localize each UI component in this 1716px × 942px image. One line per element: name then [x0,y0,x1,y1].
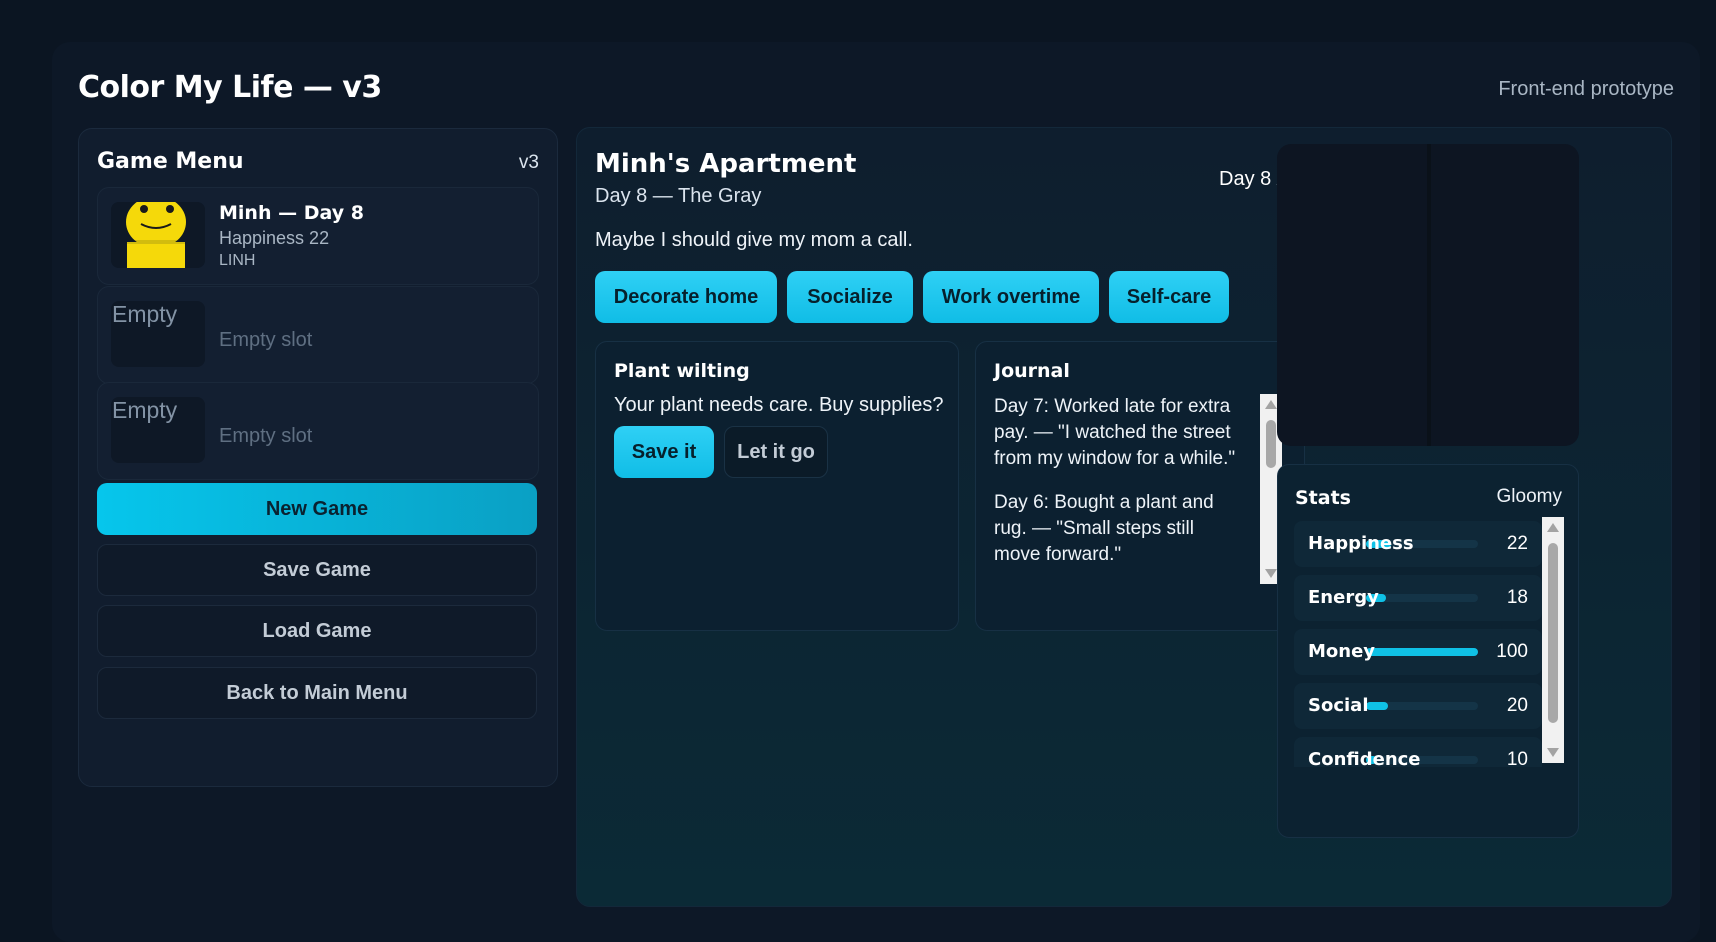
self-care-button[interactable]: Self-care [1109,271,1229,323]
slot-label: Empty slot [219,425,313,447]
let-it-go-button[interactable]: Let it go [724,426,828,478]
slot-thumb-label: Empty [112,301,178,327]
stat-bar [1366,594,1478,602]
scene-divider [1427,144,1431,446]
smiley-avatar [111,202,205,268]
app-title: Color My Life — v3 [78,70,382,105]
stat-row-confidence: Confidence 10 [1294,737,1542,767]
menu-title: Game Menu [97,149,244,174]
journal-card: Journal Day 7: Worked late for extra pay… [975,341,1305,631]
event-title: Plant wilting [614,360,750,382]
stat-row-energy: Energy 18 [1294,575,1542,621]
stat-bar [1366,648,1478,656]
socialize-button[interactable]: Socialize [787,271,913,323]
day-subtitle: Day 8 — The Gray [595,185,762,207]
stat-value: 100 [1496,641,1528,662]
stat-bar-fill [1366,702,1389,710]
scroll-down-icon[interactable] [1265,569,1277,578]
slot-name: Minh — Day 8 [219,202,364,224]
save-slot-1[interactable]: Minh — Day 8 Happiness 22 LINH [97,187,539,285]
stat-row-money: Money 100 [1294,629,1542,675]
stat-value: 22 [1506,533,1528,554]
stats-panel: Stats Gloomy Happiness 22 Energy 18 Mone… [1277,464,1579,838]
stat-name: Happiness [1308,533,1414,554]
stat-bar-fill [1366,648,1478,656]
stat-row-happiness: Happiness 22 [1294,521,1542,567]
stats-title: Stats [1295,487,1351,509]
app-subtitle: Front-end prototype [1498,78,1674,100]
stat-name: Money [1308,641,1376,662]
stat-name: Energy [1308,587,1379,608]
scroll-up-icon[interactable] [1265,400,1277,409]
scroll-down-icon[interactable] [1547,748,1559,757]
location-title: Minh's Apartment [595,149,857,179]
journal-list[interactable]: Day 7: Worked late for extra pay. — "I w… [994,394,1238,584]
event-card: Plant wilting Your plant needs care. Buy… [595,341,959,631]
stat-value: 10 [1506,749,1528,767]
journal-entry: Day 6: Bought a plant and rug. — "Small … [994,492,1214,565]
work-overtime-button[interactable]: Work overtime [923,271,1099,323]
slot-thumb-label: Empty [112,397,178,423]
stats-list[interactable]: Happiness 22 Energy 18 Money 100 Social … [1294,521,1542,767]
scroll-thumb[interactable] [1548,543,1558,723]
stat-bar [1366,702,1478,710]
stats-scrollbar[interactable] [1542,517,1564,763]
stat-row-social: Social 20 [1294,683,1542,729]
decorate-home-button[interactable]: Decorate home [595,271,777,323]
journal-title: Journal [994,360,1070,382]
stat-value: 20 [1506,695,1528,716]
main-panel: Minh's Apartment Day 8 — The Gray Day 8 … [576,127,1672,907]
slot-happiness: Happiness 22 [219,228,330,248]
slot-label: Empty slot [219,329,313,351]
scroll-thumb[interactable] [1266,420,1276,468]
save-slot-2[interactable]: Empty Empty slot [97,286,539,384]
scroll-up-icon[interactable] [1547,523,1559,532]
menu-version: v3 [518,152,539,173]
save-game-button[interactable]: Save Game [97,544,537,596]
save-it-button[interactable]: Save it [614,426,714,478]
stat-name: Confidence [1308,749,1421,767]
mood-label: Gloomy [1496,486,1562,507]
journal-entry: Day 7: Worked late for extra pay. — "I w… [994,396,1236,469]
event-text: Your plant needs care. Buy supplies? [614,394,944,416]
game-menu-panel: Game Menu v3 Minh — Day 8 Happiness 22 L… [78,128,558,787]
new-game-button[interactable]: New Game [97,483,537,535]
load-game-button[interactable]: Load Game [97,605,537,657]
character-thought: Maybe I should give my mom a call. [595,229,913,251]
save-slot-3[interactable]: Empty Empty slot [97,382,539,480]
slot-user: LINH [219,252,256,269]
stat-value: 18 [1506,587,1528,608]
stat-name: Social [1308,695,1369,716]
back-to-main-menu-button[interactable]: Back to Main Menu [97,667,537,719]
scene-preview [1277,144,1579,446]
